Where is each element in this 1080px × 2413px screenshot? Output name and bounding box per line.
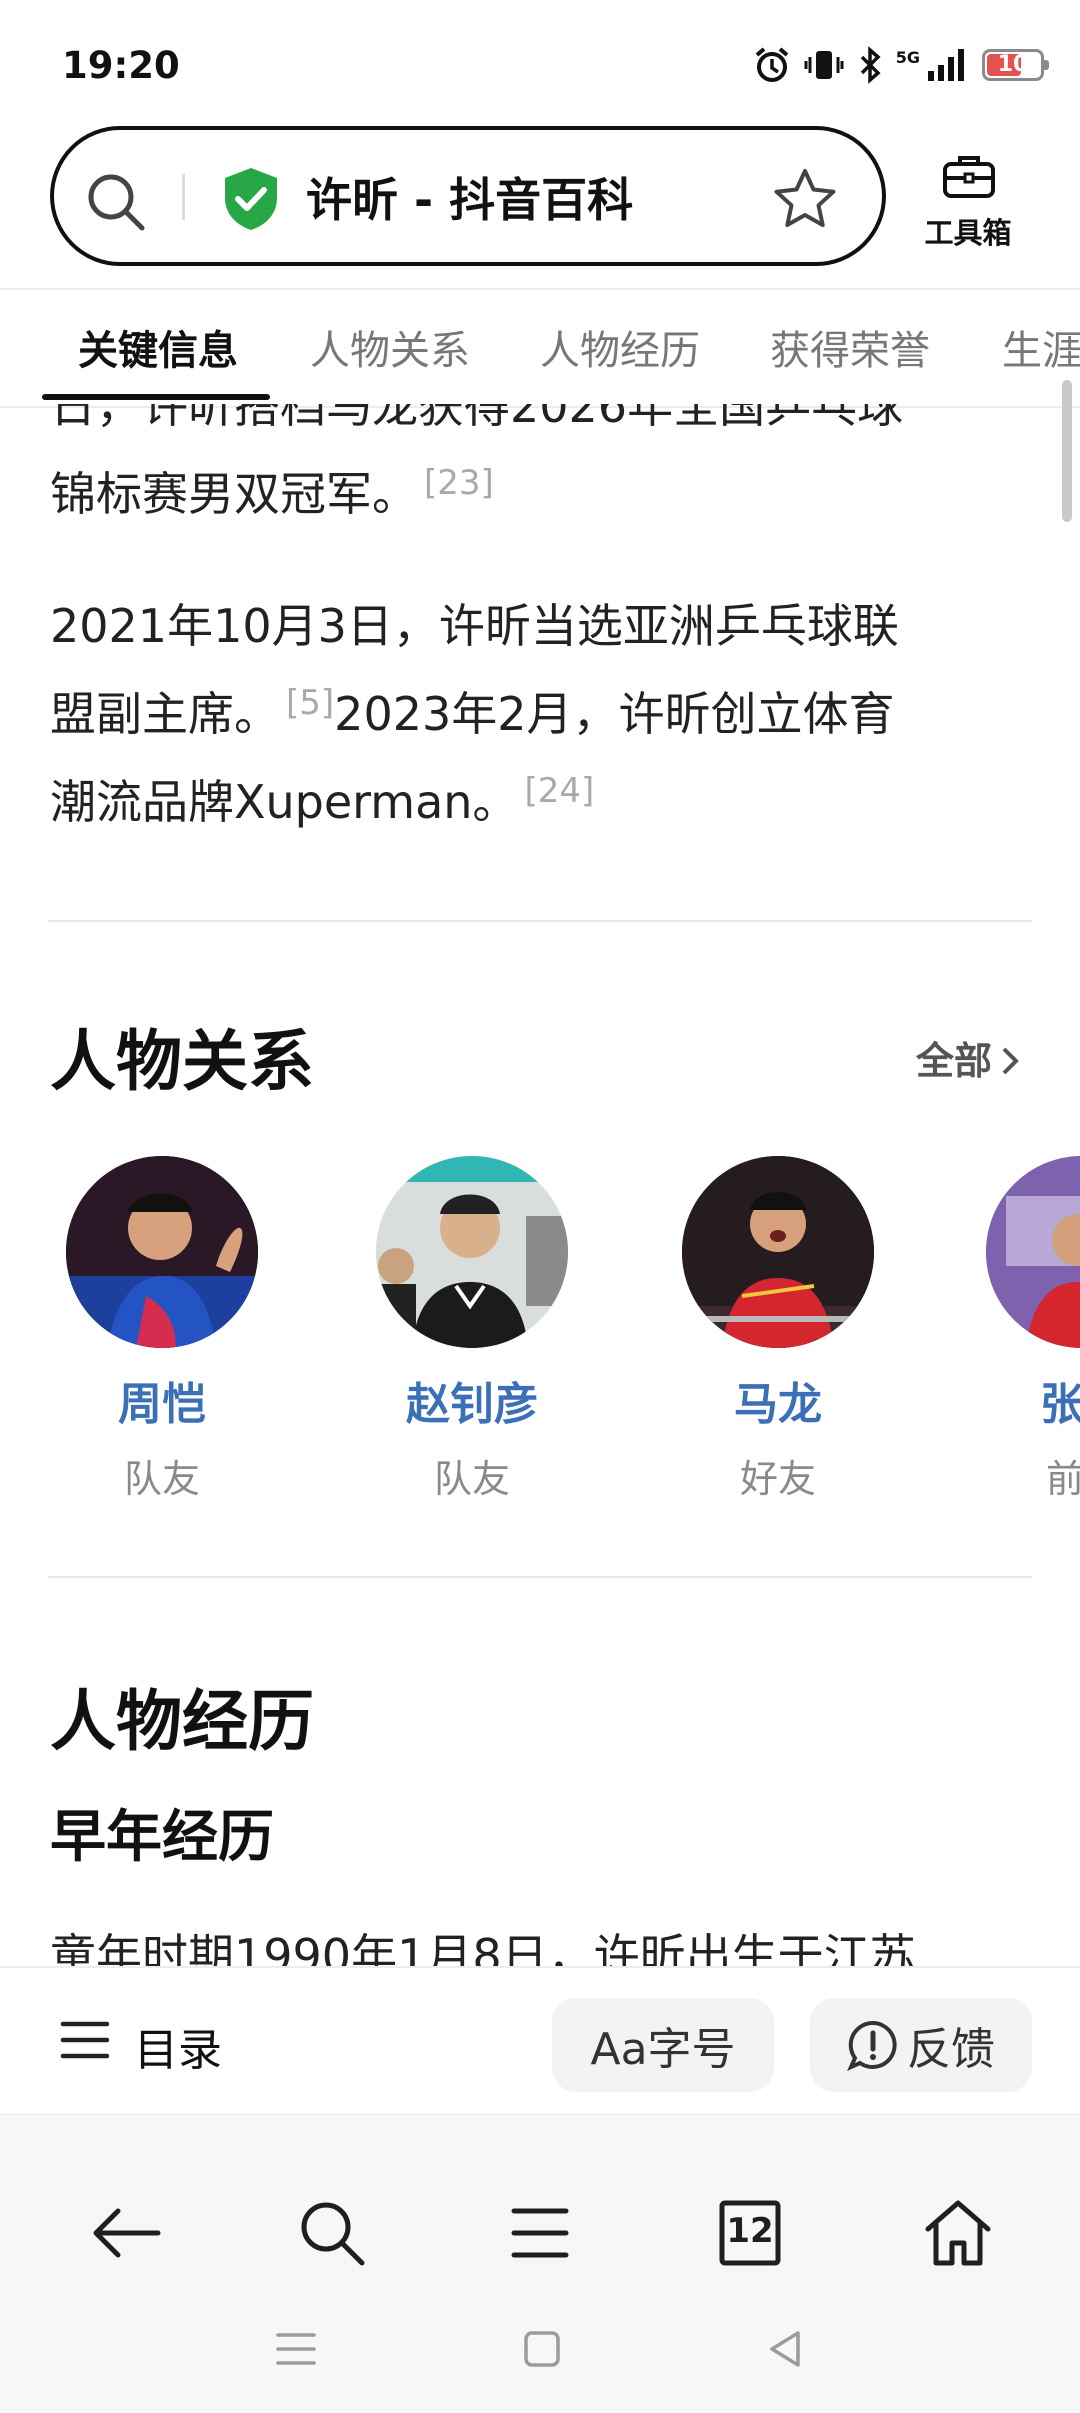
network-label: 5G — [895, 47, 920, 67]
avatar — [66, 1156, 258, 1348]
tab-relations[interactable]: 人物关系 — [310, 318, 470, 376]
paragraph-3-line-1: 童年时期1990年1月8日，许昕出生于江苏 — [50, 1929, 916, 1966]
scrollbar-thumb[interactable] — [1062, 380, 1072, 522]
tab-experience[interactable]: 人物经历 — [540, 318, 700, 376]
relation-name: 周恺 — [118, 1379, 206, 1430]
search-icon[interactable] — [292, 2193, 372, 2273]
relation-type: 队友 — [433, 1457, 510, 1501]
relation-type: 前队 — [1045, 1457, 1080, 1501]
relation-name: 赵钊彦 — [406, 1379, 538, 1430]
search-icon[interactable] — [84, 170, 148, 234]
tabs-count-button[interactable]: 12 — [710, 2193, 790, 2273]
star-icon[interactable] — [772, 166, 838, 232]
section-divider — [48, 920, 1032, 922]
back-arrow-icon[interactable] — [86, 2193, 166, 2273]
section-divider — [48, 1576, 1032, 1578]
vibrate-icon — [804, 51, 844, 79]
url-separator — [182, 174, 185, 220]
section-heading-experience: 人物经历 — [50, 1683, 314, 1760]
system-home-icon[interactable] — [518, 2325, 566, 2373]
bluetooth-icon — [860, 46, 881, 84]
battery-level: 10 — [997, 52, 1029, 77]
toolbox-label: 工具箱 — [924, 216, 1012, 250]
tab-career[interactable]: 生涯 — [1002, 318, 1080, 376]
relation-name: 张继 — [1040, 1379, 1080, 1430]
system-back-icon[interactable] — [762, 2325, 810, 2373]
relation-name: 马龙 — [734, 1379, 822, 1430]
section-tabs: 关键信息 人物关系 人物经历 获得荣誉 生涯 — [0, 288, 1080, 408]
see-all-link[interactable]: 全部 — [916, 1030, 1023, 1085]
font-size-label: Aa字号 — [590, 2024, 736, 2075]
relation-card[interactable]: 张继 前队 — [984, 1156, 1080, 1503]
see-all-label: 全部 — [916, 1039, 993, 1083]
avatar — [376, 1156, 568, 1348]
paragraph-text: 锦标赛男双冠军。 — [50, 467, 418, 521]
paragraph-1-line: 锦标赛男双冠军。 [23] — [50, 450, 1030, 538]
page-title[interactable]: 许昕 - 抖音百科 — [306, 164, 633, 230]
font-size-button[interactable]: Aa字号 — [552, 1998, 774, 2092]
status-time: 19:20 — [62, 44, 180, 87]
toolbox-button[interactable]: 工具箱 — [910, 146, 1026, 256]
browser-nav-bar: 12 — [0, 2114, 1080, 2413]
tab-honors[interactable]: 获得荣誉 — [770, 318, 930, 376]
url-bar[interactable]: 许昕 - 抖音百科 — [50, 126, 886, 266]
menu-icon[interactable] — [500, 2193, 580, 2273]
active-tab-indicator — [42, 394, 270, 400]
secure-shield-icon — [225, 168, 277, 230]
relation-card[interactable]: 周恺 队友 — [62, 1156, 262, 1503]
battery-icon: 10 — [982, 49, 1049, 81]
paragraph-2-line-3: 潮流品牌Xuperman。 [24] — [50, 758, 1030, 846]
avatar — [682, 1156, 874, 1348]
feedback-icon — [847, 2020, 897, 2071]
relation-type: 队友 — [123, 1457, 200, 1501]
paragraph-2-line-2: 盟副主席。 [5]2023年2月，许昕创立体育 — [50, 670, 1030, 758]
list-icon — [60, 2021, 110, 2059]
citation-link[interactable]: [5] — [286, 683, 334, 723]
paragraph-text: 盟副主席。 — [50, 687, 280, 741]
toc-button[interactable]: 目录 — [56, 1988, 276, 2088]
relation-type: 好友 — [739, 1457, 816, 1501]
toolbox-icon — [943, 156, 995, 198]
alarm-icon — [755, 47, 789, 82]
system-recents-icon[interactable] — [272, 2325, 320, 2373]
chevron-right-icon — [1002, 1047, 1019, 1075]
status-icons: 5G 10 — [752, 44, 1049, 86]
home-icon[interactable] — [918, 2193, 998, 2273]
article-action-bar: 目录 Aa字号 反馈 — [0, 1966, 1080, 2116]
citation-link[interactable]: [23] — [424, 463, 494, 503]
paragraph-text: 潮流品牌Xuperman。 — [50, 775, 519, 829]
section-heading-relations: 人物关系 — [50, 1023, 314, 1100]
paragraph-text: 2023年2月，许昕创立体育 — [334, 687, 895, 741]
article-content: 日，许昕搭档马龙获得2026年全国乒乓球 锦标赛男双冠军。 [23] 2021年1… — [0, 404, 1080, 1966]
tabs-count: 12 — [726, 2211, 774, 2251]
relation-card[interactable]: 赵钊彦 队友 — [372, 1156, 572, 1503]
paragraph-cut: 日，许昕搭档马龙获得2026年全国乒乓球 — [50, 404, 904, 433]
feedback-label: 反馈 — [907, 2024, 995, 2075]
signal-icon — [928, 49, 964, 81]
toc-label: 目录 — [134, 2025, 222, 2076]
avatar — [986, 1156, 1080, 1348]
subsection-heading-early: 早年经历 — [50, 1805, 274, 1870]
relation-card[interactable]: 马龙 好友 — [678, 1156, 878, 1503]
citation-link[interactable]: [24] — [524, 771, 594, 811]
paragraph-2-line-1: 2021年10月3日，许昕当选亚洲乒乓球联 — [50, 599, 899, 653]
tab-key-info[interactable]: 关键信息 — [78, 318, 238, 376]
feedback-button[interactable]: 反馈 — [810, 1998, 1032, 2092]
